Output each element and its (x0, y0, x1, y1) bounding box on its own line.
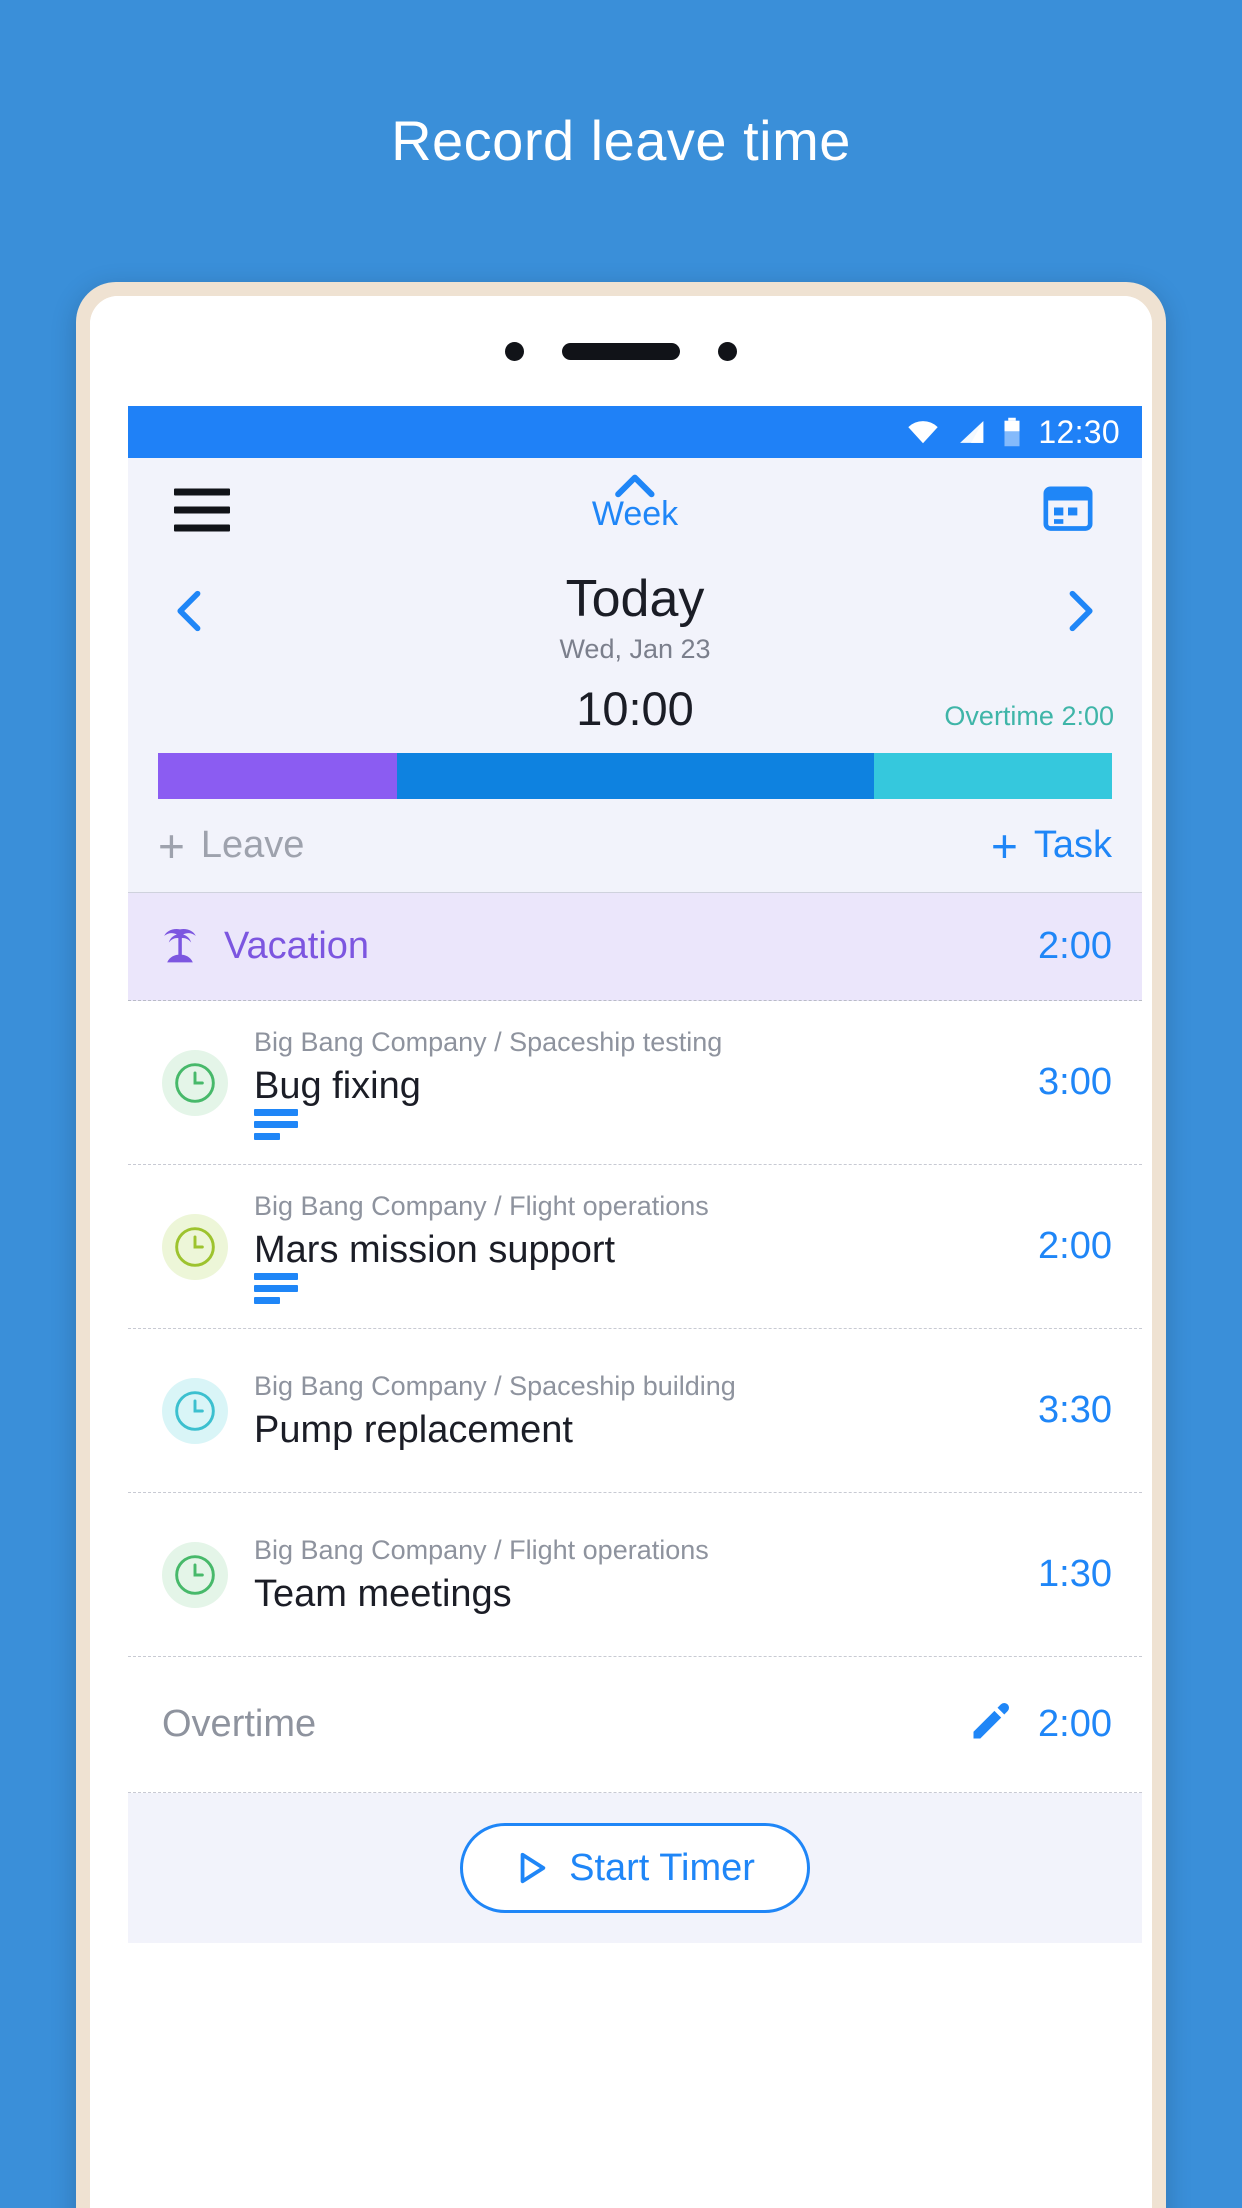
start-timer-label: Start Timer (569, 1846, 755, 1889)
phone-frame: 12:30 Week Today Wed, Jan 23 10:00 Overt… (76, 282, 1166, 2208)
task-name-row: Mars mission support (254, 1227, 1020, 1304)
next-day-button[interactable] (1054, 584, 1106, 643)
overtime-label: Overtime (162, 1703, 317, 1745)
task-row[interactable]: Big Bang Company / Flight operations Team… (128, 1493, 1142, 1657)
task-row[interactable]: Big Bang Company / Spaceship building Pum… (128, 1329, 1142, 1493)
task-body: Big Bang Company / Flight operations Mars… (254, 1189, 1020, 1304)
task-project: Big Bang Company / Spaceship testing (254, 1027, 723, 1057)
timer-zone: Start Timer (128, 1793, 1142, 1943)
time-progress-bar (158, 753, 1112, 799)
task-row[interactable]: Big Bang Company / Spaceship testing Bug … (128, 1001, 1142, 1165)
hamburger-line (174, 524, 230, 532)
leave-entry-row[interactable]: Vacation 2:00 (128, 893, 1142, 1001)
progress-segment-work (396, 753, 874, 799)
progress-segment-leave (158, 753, 397, 799)
task-name-row: Team meetings (254, 1571, 1020, 1617)
task-duration: 2:00 (1038, 1225, 1112, 1267)
date-summary-panel: Today Wed, Jan 23 10:00 Overtime 2:00 + (128, 562, 1142, 893)
task-name: Pump replacement (254, 1408, 573, 1451)
plus-icon: + (158, 819, 185, 872)
hamburger-line (174, 506, 230, 514)
play-triangle-icon (520, 1852, 546, 1884)
overtime-duration: 2:00 (1038, 1703, 1112, 1745)
clock-icon (162, 1049, 228, 1116)
task-body: Big Bang Company / Spaceship building Pum… (254, 1369, 1020, 1453)
status-bar: 12:30 (128, 406, 1142, 458)
sensor-dot-icon (718, 341, 737, 361)
page-title: Today (565, 570, 705, 628)
hamburger-line (174, 488, 230, 496)
add-task-button[interactable]: + Task (991, 823, 1112, 869)
hamburger-menu-icon[interactable] (174, 488, 230, 532)
app-bar: Week (128, 458, 1142, 562)
range-selector[interactable]: Week (592, 472, 678, 534)
clock-icon (162, 1541, 228, 1608)
note-lines-icon[interactable] (254, 1109, 298, 1140)
calendar-icon[interactable] (1040, 480, 1096, 541)
add-leave-button[interactable]: + Leave (158, 823, 304, 869)
promo-screenshot: Record leave time 12:30 Week Today Wed, … (0, 0, 1242, 2208)
promo-title: Record leave time (391, 109, 851, 172)
overtime-row[interactable]: Overtime 2:00 (128, 1657, 1142, 1793)
task-name: Mars mission support (254, 1229, 616, 1271)
task-list: Big Bang Company / Spaceship testing Bug … (128, 1001, 1142, 1657)
pencil-edit-icon[interactable] (968, 1700, 1012, 1749)
palm-tree-icon (158, 919, 202, 974)
add-task-label: Task (1033, 824, 1112, 866)
phone-screen: 12:30 Week Today Wed, Jan 23 10:00 Overt… (90, 296, 1152, 2208)
clock-icon (162, 1377, 228, 1444)
overtime-right: 2:00 (968, 1700, 1112, 1749)
plus-icon: + (990, 819, 1018, 872)
task-row[interactable]: Big Bang Company / Flight operations Mars… (128, 1165, 1142, 1329)
front-camera-icon (505, 341, 524, 361)
task-project: Big Bang Company / Spaceship building (254, 1370, 736, 1401)
task-body: Big Bang Company / Flight operations Team… (254, 1533, 1020, 1617)
clock-icon (162, 1213, 228, 1280)
task-name-row: Pump replacement (254, 1407, 1020, 1453)
leave-entry-name: Vacation (224, 925, 370, 967)
task-name: Team meetings (254, 1572, 512, 1615)
total-time-row: 10:00 Overtime 2:00 (128, 679, 1142, 753)
battery-icon (1004, 417, 1020, 447)
task-project: Big Bang Company / Flight operations (254, 1534, 709, 1565)
progress-segment-overtime (873, 753, 1112, 799)
task-body: Big Bang Company / Spaceship testing Bug … (254, 1025, 1020, 1140)
overtime-note: Overtime 2:00 (944, 701, 1114, 731)
leave-entry-duration: 2:00 (1038, 925, 1112, 967)
cellular-signal-icon (960, 421, 984, 443)
earpiece-speaker (562, 342, 680, 360)
date-subtitle: Wed, Jan 23 (559, 634, 711, 664)
task-name: Bug fixing (254, 1065, 421, 1107)
task-project: Big Bang Company / Flight operations (254, 1191, 709, 1221)
task-duration: 3:30 (1038, 1389, 1112, 1431)
add-leave-label: Leave (200, 824, 305, 866)
wifi-icon (908, 421, 939, 444)
add-actions-row: + Leave + Task (128, 799, 1142, 893)
range-label: Week (591, 495, 679, 533)
app-viewport: 12:30 Week Today Wed, Jan 23 10:00 Overt… (128, 406, 1142, 2142)
task-duration: 1:30 (1038, 1553, 1112, 1595)
note-lines-icon[interactable] (254, 1273, 298, 1304)
previous-day-button[interactable] (164, 584, 216, 643)
phone-top-hardware (90, 296, 1152, 406)
task-name-row: Bug fixing (254, 1063, 1020, 1140)
task-duration: 3:00 (1038, 1061, 1112, 1103)
status-bar-clock: 12:30 (1038, 413, 1120, 450)
start-timer-button[interactable]: Start Timer (460, 1823, 810, 1913)
